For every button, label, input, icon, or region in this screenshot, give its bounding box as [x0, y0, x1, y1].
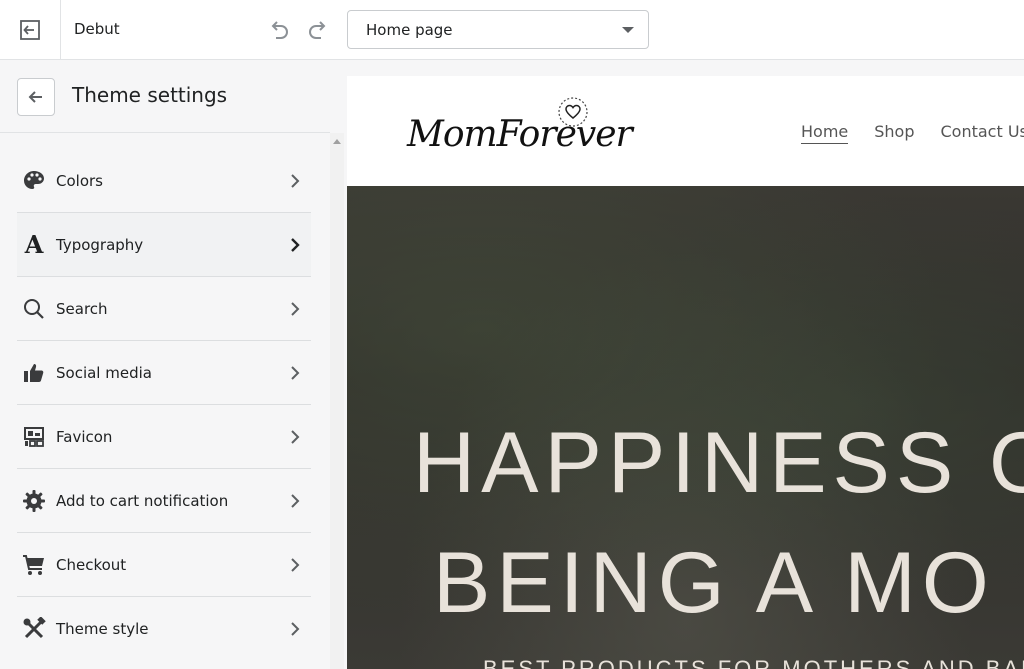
- tools-icon: [19, 614, 49, 644]
- sidebar-header: Theme settings: [0, 61, 330, 133]
- menu-item-add-to-cart-notification[interactable]: Add to cart notification: [17, 469, 311, 533]
- undo-icon: [271, 21, 288, 39]
- nav-link-contact-us[interactable]: Contact Us: [941, 122, 1024, 144]
- chevron-right-icon: [291, 558, 300, 572]
- nav-link-shop[interactable]: Shop: [874, 122, 914, 144]
- exit-icon: [20, 20, 40, 40]
- arrow-left-icon: [28, 91, 42, 103]
- chevron-right-icon: [291, 622, 300, 636]
- chevron-right-icon: [291, 174, 300, 188]
- scroll-up-arrow-icon[interactable]: [333, 139, 341, 144]
- menu-item-label: Checkout: [56, 555, 127, 574]
- menu-item-search[interactable]: Search: [17, 277, 311, 341]
- thumbs-up-icon: [19, 358, 49, 388]
- page-select[interactable]: Home page: [347, 10, 649, 49]
- menu-item-label: Favicon: [56, 427, 113, 446]
- sidebar-title: Theme settings: [72, 83, 228, 107]
- settings-menu: Colors A Typography Search Social media …: [17, 149, 311, 661]
- chevron-right-icon: [291, 366, 300, 380]
- chevron-right-icon: [291, 430, 300, 444]
- sidebar-scrollbar[interactable]: [330, 133, 344, 669]
- menu-item-favicon[interactable]: Favicon: [17, 405, 311, 469]
- nav-link-home[interactable]: Home: [801, 122, 849, 144]
- typography-icon: A: [24, 230, 44, 259]
- menu-item-colors[interactable]: Colors: [17, 149, 311, 213]
- favicon-icon: [19, 422, 49, 452]
- undo-button[interactable]: [264, 15, 294, 45]
- caret-down-icon: [622, 27, 634, 33]
- cart-icon: [19, 550, 49, 580]
- menu-item-theme-style[interactable]: Theme style: [17, 597, 311, 661]
- hero-subtitle: BEST PRODUCTS FOR MOTHERS AND BABIES: [483, 656, 1024, 669]
- back-button[interactable]: [17, 78, 55, 116]
- hero-banner: HAPPINESS O BEING A MO BEST PRODUCTS FOR…: [347, 186, 1024, 669]
- gear-icon: [19, 486, 49, 516]
- exit-button[interactable]: [0, 0, 61, 60]
- sidebar: Theme settings Colors A Typography Searc…: [0, 61, 330, 669]
- menu-item-label: Colors: [56, 171, 103, 190]
- redo-icon: [309, 21, 326, 39]
- store-header: MomForever Home Shop Contact Us: [347, 76, 1024, 186]
- top-bar: Debut Home page: [0, 0, 1024, 60]
- hero-heading-line-2: BEING A MO: [433, 535, 995, 631]
- theme-name: Debut: [74, 20, 120, 38]
- palette-icon: [19, 166, 49, 196]
- chevron-right-icon: [291, 302, 300, 316]
- store-preview: MomForever Home Shop Contact Us HAPPINES…: [347, 76, 1024, 669]
- hero-heading-line-1: HAPPINESS O: [413, 415, 1024, 511]
- redo-button[interactable]: [303, 15, 333, 45]
- menu-item-social-media[interactable]: Social media: [17, 341, 311, 405]
- menu-item-checkout[interactable]: Checkout: [17, 533, 311, 597]
- store-nav: Home Shop Contact Us: [801, 122, 1024, 144]
- menu-item-label: Social media: [56, 363, 152, 382]
- page-select-value: Home page: [366, 20, 453, 39]
- store-logo[interactable]: MomForever: [407, 114, 633, 155]
- search-icon: [19, 294, 49, 324]
- chevron-right-icon: [291, 494, 300, 508]
- menu-item-label: Add to cart notification: [56, 491, 229, 510]
- chevron-right-icon: [291, 238, 300, 252]
- menu-item-typography[interactable]: A Typography: [17, 213, 311, 277]
- menu-item-label: Typography: [56, 235, 144, 254]
- menu-item-label: Search: [56, 299, 108, 318]
- menu-item-label: Theme style: [56, 620, 149, 638]
